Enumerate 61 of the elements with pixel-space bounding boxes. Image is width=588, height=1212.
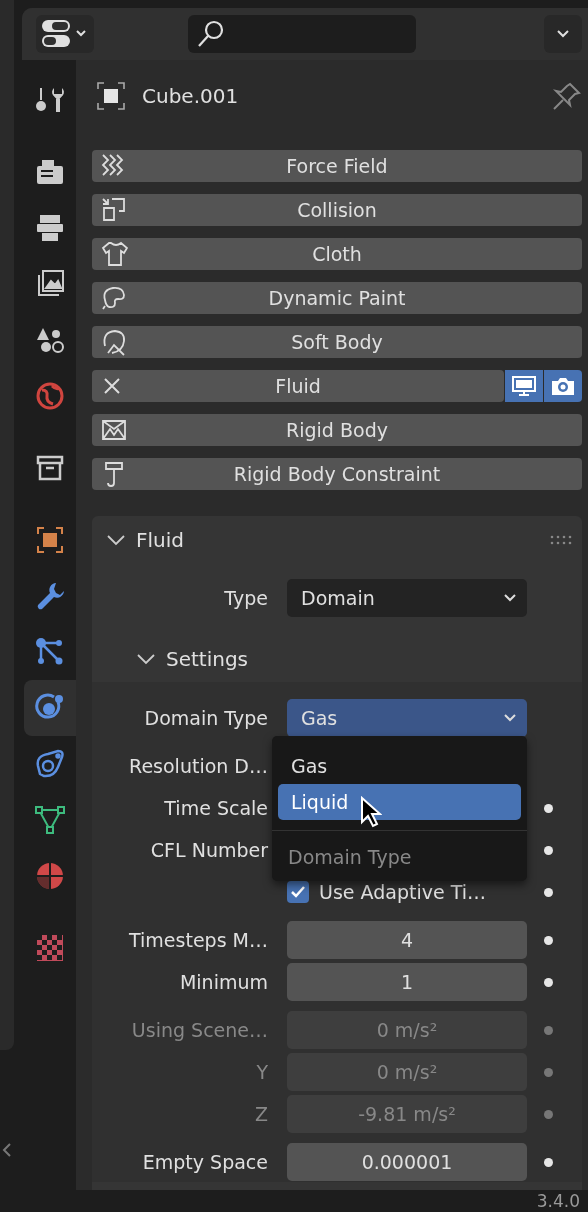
domain-type-dropdown[interactable]: Gas [287,699,527,737]
field-label: Y [255,1061,268,1083]
field-label: Z [253,1103,268,1125]
chevron-down-icon [503,593,517,603]
field-label: Resolution D… [128,755,268,777]
physics-button[interactable]: Rigid Body [92,414,582,446]
toggle-icon [41,19,89,49]
search-field[interactable] [188,15,416,53]
field-label: Empty Space [141,1151,268,1173]
monitor-icon [511,374,537,398]
panel-title[interactable]: Fluid [136,528,184,552]
number-field[interactable]: 4 [287,921,527,959]
keyframe-dot-icon[interactable] [543,887,553,897]
keyframe-dot-icon[interactable] [543,803,553,813]
drag-handle-icon[interactable] [550,535,572,545]
field-label: Time Scale [163,797,268,819]
chevron-left-icon[interactable] [2,1142,12,1158]
keyframe-dot-icon[interactable] [543,935,553,945]
number-field[interactable]: 1 [287,963,527,1001]
physics-button[interactable]: Rigid Body Constraint [92,458,582,490]
collision-icon [100,196,128,224]
field-label: Timesteps M… [128,929,268,951]
search-icon [196,19,226,49]
pin-icon[interactable] [552,81,582,111]
shirt-icon [100,240,128,268]
render-toggle[interactable] [544,370,582,402]
viewport-toggle[interactable] [505,370,543,402]
subpanel-title[interactable]: Settings [166,647,249,671]
chevron-down-icon[interactable] [106,533,126,547]
menu-item[interactable]: Gas [278,748,521,784]
chevron-down-icon [503,713,517,723]
menu-title: Domain Type [287,845,413,870]
physics-button[interactable]: Collision [92,194,582,226]
field-label: Type [223,587,268,609]
object-name: Cube.001 [142,84,239,108]
paint-icon [100,284,128,312]
field-label: Using Scene… [130,1019,268,1041]
keyframe-dot-icon[interactable] [543,845,553,855]
version-label: 3.4.0 [536,1190,580,1212]
checkbox-label[interactable]: Use Adaptive Ti… [319,881,486,903]
object-icon [96,81,126,111]
type-dropdown[interactable]: Domain [287,579,527,617]
menu-item[interactable]: Liquid [278,784,521,820]
physics-button[interactable]: Soft Body [92,326,582,358]
field-label: Minimum [178,971,268,993]
physics-button[interactable]: Fluid [92,370,504,402]
editor-type-button[interactable] [36,15,94,53]
keyframe-dot-icon[interactable] [543,977,553,987]
checkmark-icon [290,885,306,899]
chevron-down-icon [556,29,570,39]
checkbox[interactable] [287,881,309,903]
field-label: Domain Type [143,707,268,729]
keyframe-dot-icon[interactable] [543,1157,553,1167]
field-label: CFL Number [149,839,268,861]
chevron-down-icon[interactable] [136,652,156,666]
options-dropdown-button[interactable] [544,15,582,53]
physics-button[interactable]: Force Field [92,150,582,182]
cursor-icon [360,796,382,828]
number-field[interactable]: 0.000001 [287,1143,527,1181]
physics-button[interactable]: Cloth [92,238,582,270]
physics-button[interactable]: Dynamic Paint [92,282,582,314]
